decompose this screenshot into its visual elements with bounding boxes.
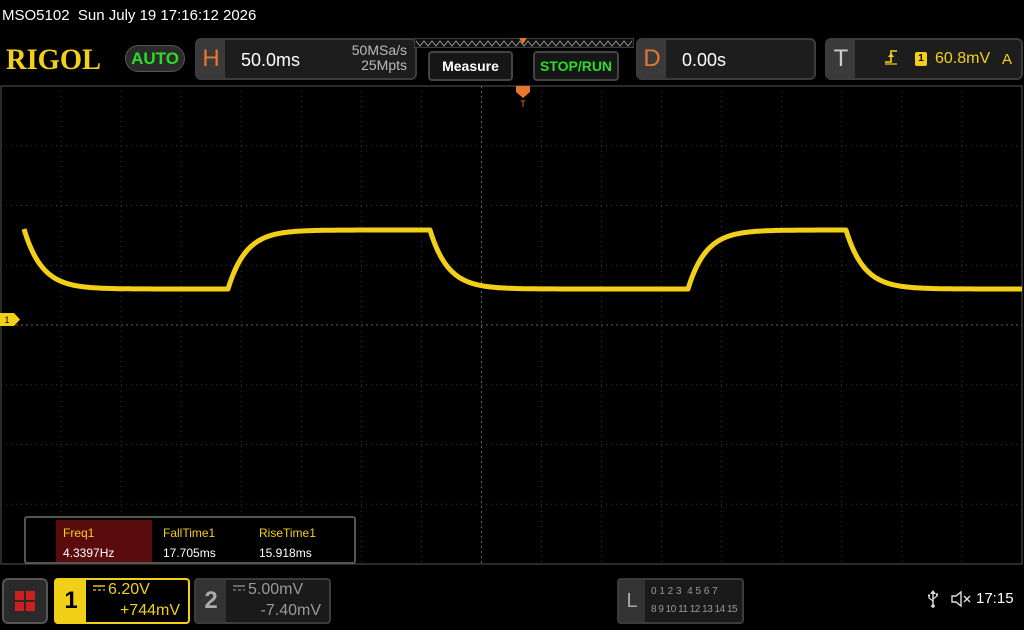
- ch2-vertical-scale: 5.00mV: [248, 581, 304, 598]
- main-menu-button[interactable]: [2, 578, 48, 624]
- dc-coupling-icon: [93, 585, 105, 591]
- ch1-ground-marker[interactable]: 1: [0, 313, 20, 326]
- logic-analyzer-panel[interactable]: L 0 1 2 3 4 5 6 7 8 9 10 11 12 13 14 15: [617, 578, 744, 624]
- trigger-level: 60.8mV: [935, 50, 991, 67]
- trigger-panel[interactable]: T 1 60.8mV A: [825, 38, 1023, 80]
- menu-grid-icon: [15, 591, 24, 600]
- measurement-name: Freq1: [63, 526, 95, 540]
- waveform-memory-timeline: [414, 38, 634, 48]
- ch1-panel[interactable]: 1 6.20V +744mV: [54, 578, 190, 624]
- timebase-value: 50.0ms: [241, 50, 301, 70]
- graticule: [0, 85, 1023, 565]
- measurement-name: FallTime1: [163, 526, 216, 540]
- horizontal-panel[interactable]: H 50.0ms 50MSa/s 25Mpts: [195, 38, 417, 80]
- measurement-value: 15.918ms: [259, 546, 312, 560]
- measurement-results-panel[interactable]: Freq1 4.3397Hz FallTime1 17.705ms RiseTi…: [24, 516, 356, 564]
- menu-grid-icon: [26, 602, 35, 611]
- measurement-item[interactable]: FallTime1 17.705ms: [156, 520, 252, 562]
- menu-grid-icon: [26, 591, 35, 600]
- memory-depth: 25Mpts: [361, 57, 407, 73]
- measure-button[interactable]: Measure: [428, 51, 513, 81]
- dc-coupling-icon: [233, 585, 245, 591]
- measurement-item[interactable]: Freq1 4.3397Hz: [56, 520, 152, 562]
- la-letter: L: [619, 580, 645, 622]
- ch1-waveform-trace: [21, 227, 1023, 292]
- trigger-position-marker[interactable]: T: [516, 86, 530, 108]
- trigger-marker-label: T: [520, 99, 526, 108]
- ch2-panel[interactable]: 2 5.00mV -7.40mV: [194, 578, 331, 624]
- trigger-source-badge: 1: [915, 52, 927, 66]
- title-strip: MSO5102 Sun July 19 17:16:12 2026: [0, 0, 1024, 32]
- top-toolbar: RIGOL AUTO H 50.0ms 50MSa/s 25Mpts Measu…: [0, 32, 1024, 84]
- la-channels-row-2: 8 9 10 11 12 13 14 15: [651, 604, 738, 615]
- bottom-status-bar: 1 6.20V +744mV 2 5.00mV -7.40mV L 0 1 2 …: [0, 566, 1024, 630]
- ch1-offset: +744mV: [119, 602, 180, 619]
- usb-icon: [928, 590, 939, 608]
- sample-rate-info: 50MSa/s 25Mpts: [352, 43, 407, 73]
- ch1-number: 1: [56, 580, 86, 622]
- measurement-value: 4.3397Hz: [63, 546, 115, 560]
- delay-letter: D: [638, 40, 666, 78]
- rigol-logo: RIGOL: [6, 43, 102, 76]
- menu-grid-icon: [15, 602, 24, 611]
- measurement-item[interactable]: RiseTime1 15.918ms: [252, 520, 348, 562]
- ch2-offset: -7.40mV: [260, 602, 321, 619]
- ch2-number: 2: [196, 580, 226, 622]
- system-clock: 17:15: [976, 590, 1014, 607]
- speaker-muted-icon[interactable]: [950, 590, 972, 608]
- device-datetime-title: MSO5102 Sun July 19 17:16:12 2026: [2, 7, 257, 24]
- stop-run-button[interactable]: STOP/RUN: [533, 51, 619, 81]
- waveform-grid: [0, 85, 1023, 565]
- ch1-vertical-scale: 6.20V: [108, 581, 150, 598]
- horizontal-letter: H: [197, 40, 225, 78]
- measurement-name: RiseTime1: [259, 526, 316, 540]
- auto-button[interactable]: AUTO: [125, 45, 185, 72]
- la-channels-row-1: 0 1 2 3 4 5 6 7: [651, 586, 718, 597]
- delay-value: 0.00s: [682, 50, 727, 70]
- waveform-display[interactable]: [0, 84, 1024, 566]
- delay-panel[interactable]: D 0.00s: [636, 38, 816, 80]
- rising-edge-icon: [885, 50, 897, 65]
- measurement-value: 17.705ms: [163, 546, 216, 560]
- trigger-mode: A: [1002, 51, 1013, 68]
- sample-rate: 50MSa/s: [351, 42, 407, 58]
- ch1-ground-label: 1: [4, 315, 9, 325]
- trigger-letter: T: [827, 40, 855, 78]
